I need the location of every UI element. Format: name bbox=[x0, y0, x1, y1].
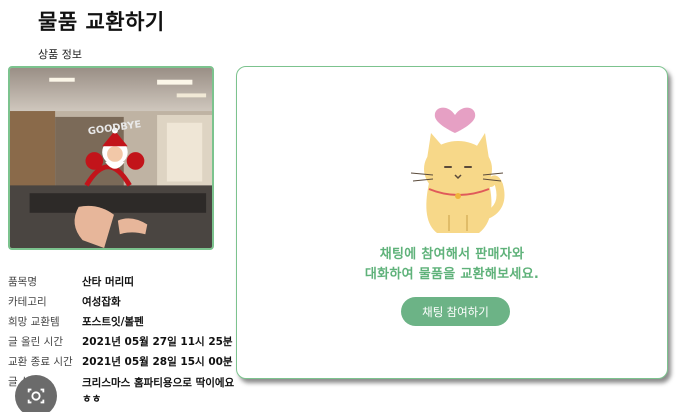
info-row-name: 품목명 산타 머리띠 bbox=[8, 275, 238, 289]
heart-icon bbox=[434, 107, 476, 133]
camera-search-icon bbox=[27, 388, 45, 404]
info-key: 글 올린 시간 bbox=[8, 336, 63, 348]
info-key: 품목명 bbox=[8, 276, 37, 288]
info-value: 포스트잇/볼펜 bbox=[82, 316, 144, 328]
info-row-posted: 글 올린 시간 2021년 05월 27일 11시 25분 bbox=[8, 335, 238, 349]
chat-join-card: 채팅에 참여해서 판매자와 대화하여 물품을 교환해보세요. 채팅 참여하기 bbox=[236, 66, 668, 379]
info-value: 2021년 05월 27일 11시 25분 bbox=[82, 336, 233, 348]
info-value: 산타 머리띠 bbox=[82, 276, 134, 288]
page-title: 물품 교환하기 bbox=[38, 10, 165, 34]
cat-illustration bbox=[410, 107, 505, 233]
info-row-end: 교환 종료 시간 2021년 05월 28일 15시 00분 bbox=[8, 355, 238, 369]
info-value: 여성잡화 bbox=[82, 296, 121, 308]
info-key: 교환 종료 시간 bbox=[8, 356, 73, 368]
product-photo[interactable]: GOODBYE bbox=[8, 66, 214, 250]
info-key: 희망 교환템 bbox=[8, 316, 60, 328]
section-label: 상품 정보 bbox=[38, 48, 82, 61]
lens-search-button[interactable] bbox=[15, 375, 57, 412]
chat-message-line2: 대화하여 물품을 교환해보세요. bbox=[364, 267, 540, 282]
product-photo-image: GOODBYE bbox=[10, 68, 212, 248]
join-chat-button[interactable]: 채팅 참여하기 bbox=[401, 297, 510, 326]
info-row-category: 카테고리 여성잡화 bbox=[8, 295, 238, 309]
info-value: 2021년 05월 28일 15시 00분 bbox=[82, 356, 233, 368]
info-value: 크리스마스 홈파티용으로 딱이에요 ㅎㅎ bbox=[82, 377, 235, 405]
info-row-wanted: 희망 교환템 포스트잇/볼펜 bbox=[8, 315, 238, 329]
chat-message-line1: 채팅에 참여해서 판매자와 bbox=[379, 247, 525, 262]
info-key: 카테고리 bbox=[8, 296, 47, 308]
